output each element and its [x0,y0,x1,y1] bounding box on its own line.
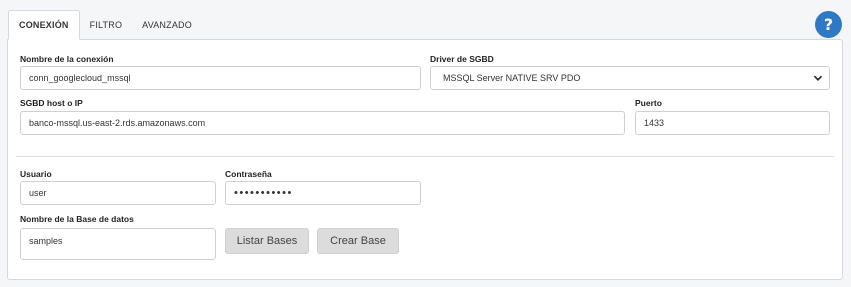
tab-avanzado[interactable]: AVANZADO [132,10,202,40]
port-label: Puerto [635,98,662,108]
driver-select[interactable]: MSSQL Server NATIVE SRV PDO [430,66,830,90]
chevron-down-icon [813,75,823,81]
driver-select-value: MSSQL Server NATIVE SRV PDO [443,73,581,83]
connection-panel: Nombre de la conexión conn_googlecloud_m… [7,39,843,280]
password-input[interactable]: ••••••••••• [225,181,421,205]
database-name-label: Nombre de la Base de datos [20,214,134,224]
port-input[interactable]: 1433 [635,111,830,135]
help-icon: ? [823,15,834,34]
create-database-button[interactable]: Crear Base [317,228,399,254]
help-button[interactable]: ? [815,11,842,38]
connection-name-label: Nombre de la conexión [20,54,114,64]
tab-filtro[interactable]: FILTRO [80,10,133,40]
host-label: SGBD host o IP [20,98,83,108]
password-label: Contraseña [225,169,272,179]
section-divider [16,156,834,157]
host-input[interactable]: banco-mssql.us-east-2.rds.amazonaws.com [20,111,625,135]
user-label: Usuario [20,169,52,179]
driver-label: Driver de SGBD [430,54,494,64]
tab-conexion[interactable]: CONEXIÓN [8,10,80,40]
user-input[interactable]: user [20,181,216,205]
tab-bar: CONEXIÓN FILTRO AVANZADO [8,10,202,40]
database-name-input[interactable]: samples [20,228,216,260]
connection-name-input[interactable]: conn_googlecloud_mssql [20,66,421,90]
list-databases-button[interactable]: Listar Bases [225,228,309,254]
